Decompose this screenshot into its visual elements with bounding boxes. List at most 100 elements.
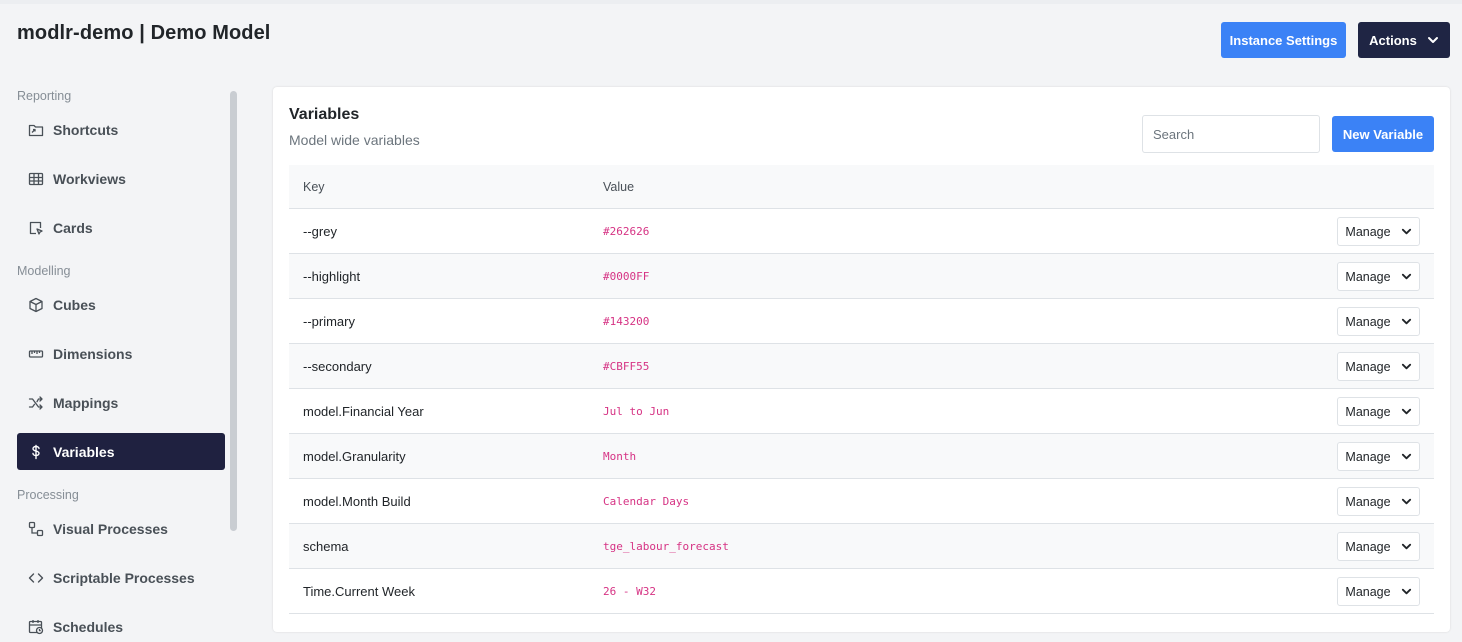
manage-button[interactable]: Manage — [1337, 262, 1420, 291]
sidebar-item-label: Workviews — [53, 170, 126, 187]
variable-value: #262626 — [603, 225, 650, 238]
table-row: --highlight #0000FF Manage — [289, 254, 1434, 299]
variable-value: #143200 — [603, 315, 650, 328]
sidebar-item-visual-processes[interactable]: Visual Processes — [17, 510, 225, 547]
manage-label: Manage — [1345, 224, 1391, 239]
variable-key: --grey — [303, 224, 337, 239]
chevron-down-icon — [1401, 228, 1411, 235]
manage-label: Manage — [1345, 539, 1391, 554]
variable-key: model.Month Build — [303, 494, 411, 509]
sidebar-item-label: Shortcuts — [53, 121, 119, 138]
variable-key: --highlight — [303, 269, 361, 284]
sidebar: Reporting Shortcuts Workviews Cards Mode… — [0, 80, 240, 642]
table-row: model.Financial Year Jul to Jun Manage — [289, 389, 1434, 434]
ruler-icon — [28, 346, 44, 362]
table-row: model.Month Build Calendar Days Manage — [289, 479, 1434, 524]
variable-value: Calendar Days — [603, 495, 690, 508]
table-row: --secondary #CBFF55 Manage — [289, 344, 1434, 389]
new-variable-button[interactable]: New Variable — [1332, 116, 1434, 152]
section-label-modelling: Modelling — [17, 264, 71, 278]
variables-table: Key Value --grey #262626 Manage --highli… — [289, 165, 1434, 614]
cube-icon — [28, 297, 44, 313]
actions-button[interactable]: Actions — [1358, 22, 1450, 58]
top-strip — [0, 0, 1462, 4]
chevron-down-icon — [1401, 273, 1411, 280]
sidebar-item-cards[interactable]: Cards — [17, 209, 225, 246]
sidebar-item-label: Cards — [53, 219, 93, 236]
sidebar-item-label: Cubes — [53, 296, 96, 313]
sidebar-scrollbar[interactable] — [230, 91, 237, 531]
manage-label: Manage — [1345, 449, 1391, 464]
variable-value: tge_labour_forecast — [603, 540, 729, 553]
dollar-icon — [28, 444, 44, 460]
manage-button[interactable]: Manage — [1337, 442, 1420, 471]
manage-label: Manage — [1345, 404, 1391, 419]
sidebar-item-cubes[interactable]: Cubes — [17, 286, 225, 323]
manage-button[interactable]: Manage — [1337, 487, 1420, 516]
table-row: --primary #143200 Manage — [289, 299, 1434, 344]
card-title: Variables — [289, 106, 360, 123]
chevron-down-icon — [1401, 318, 1411, 325]
variable-key: Time.Current Week — [303, 584, 415, 599]
sidebar-item-schedules[interactable]: Schedules — [17, 608, 225, 642]
variable-value: Month — [603, 450, 637, 463]
card-cursor-icon — [28, 220, 44, 236]
manage-button[interactable]: Manage — [1337, 577, 1420, 606]
variable-value: Jul to Jun — [603, 405, 670, 418]
manage-button[interactable]: Manage — [1337, 532, 1420, 561]
manage-button[interactable]: Manage — [1337, 397, 1420, 426]
table-row: schema tge_labour_forecast Manage — [289, 524, 1434, 569]
table-row: Time.Current Week 26 - W32 Manage — [289, 569, 1434, 614]
section-label-reporting: Reporting — [17, 89, 72, 103]
shuffle-icon — [28, 395, 44, 411]
sidebar-item-workviews[interactable]: Workviews — [17, 160, 225, 197]
sidebar-item-dimensions[interactable]: Dimensions — [17, 335, 225, 372]
sidebar-item-label: Scriptable Processes — [53, 569, 195, 586]
column-header-value: Value — [603, 180, 635, 194]
sidebar-item-shortcuts[interactable]: Shortcuts — [17, 111, 225, 148]
manage-button[interactable]: Manage — [1337, 217, 1420, 246]
manage-label: Manage — [1345, 359, 1391, 374]
sidebar-item-variables[interactable]: Variables — [17, 433, 225, 470]
section-label-processing: Processing — [17, 488, 79, 502]
sidebar-item-scriptable-processes[interactable]: Scriptable Processes — [17, 559, 225, 596]
manage-button[interactable]: Manage — [1337, 307, 1420, 336]
chevron-down-icon — [1401, 453, 1411, 460]
variable-key: model.Financial Year — [303, 404, 424, 419]
variable-key: --primary — [303, 314, 355, 329]
variable-value: 26 - W32 — [603, 585, 656, 598]
sidebar-item-label: Visual Processes — [53, 520, 168, 537]
sidebar-item-mappings[interactable]: Mappings — [17, 384, 225, 421]
manage-button[interactable]: Manage — [1337, 352, 1420, 381]
table-row: --grey #262626 Manage — [289, 209, 1434, 254]
instance-settings-button[interactable]: Instance Settings — [1221, 22, 1346, 58]
variable-value: #CBFF55 — [603, 360, 650, 373]
column-header-key: Key — [303, 180, 325, 194]
table-header: Key Value — [289, 165, 1434, 209]
sidebar-item-label: Dimensions — [53, 345, 133, 362]
manage-label: Manage — [1345, 494, 1391, 509]
table-grid-icon — [28, 171, 44, 187]
search-input[interactable] — [1142, 115, 1320, 153]
page-title: modlr-demo | Demo Model — [17, 22, 271, 44]
flow-icon — [28, 521, 44, 537]
chevron-down-icon — [1401, 543, 1411, 550]
code-icon — [28, 570, 44, 586]
sidebar-item-label: Variables — [53, 443, 115, 460]
actions-label: Actions — [1369, 32, 1417, 48]
sidebar-item-label: Schedules — [53, 618, 124, 635]
variables-card: Variables Model wide variables New Varia… — [273, 87, 1450, 632]
variable-key: schema — [303, 539, 349, 554]
variable-key: --secondary — [303, 359, 372, 374]
chevron-down-icon — [1427, 37, 1438, 43]
chevron-down-icon — [1401, 588, 1411, 595]
table-row: model.Granularity Month Manage — [289, 434, 1434, 479]
manage-label: Manage — [1345, 314, 1391, 329]
variable-key: model.Granularity — [303, 449, 406, 464]
chevron-down-icon — [1401, 408, 1411, 415]
card-subtitle: Model wide variables — [289, 132, 420, 148]
chevron-down-icon — [1401, 363, 1411, 370]
variable-value: #0000FF — [603, 270, 650, 283]
manage-label: Manage — [1345, 269, 1391, 284]
chevron-down-icon — [1401, 498, 1411, 505]
